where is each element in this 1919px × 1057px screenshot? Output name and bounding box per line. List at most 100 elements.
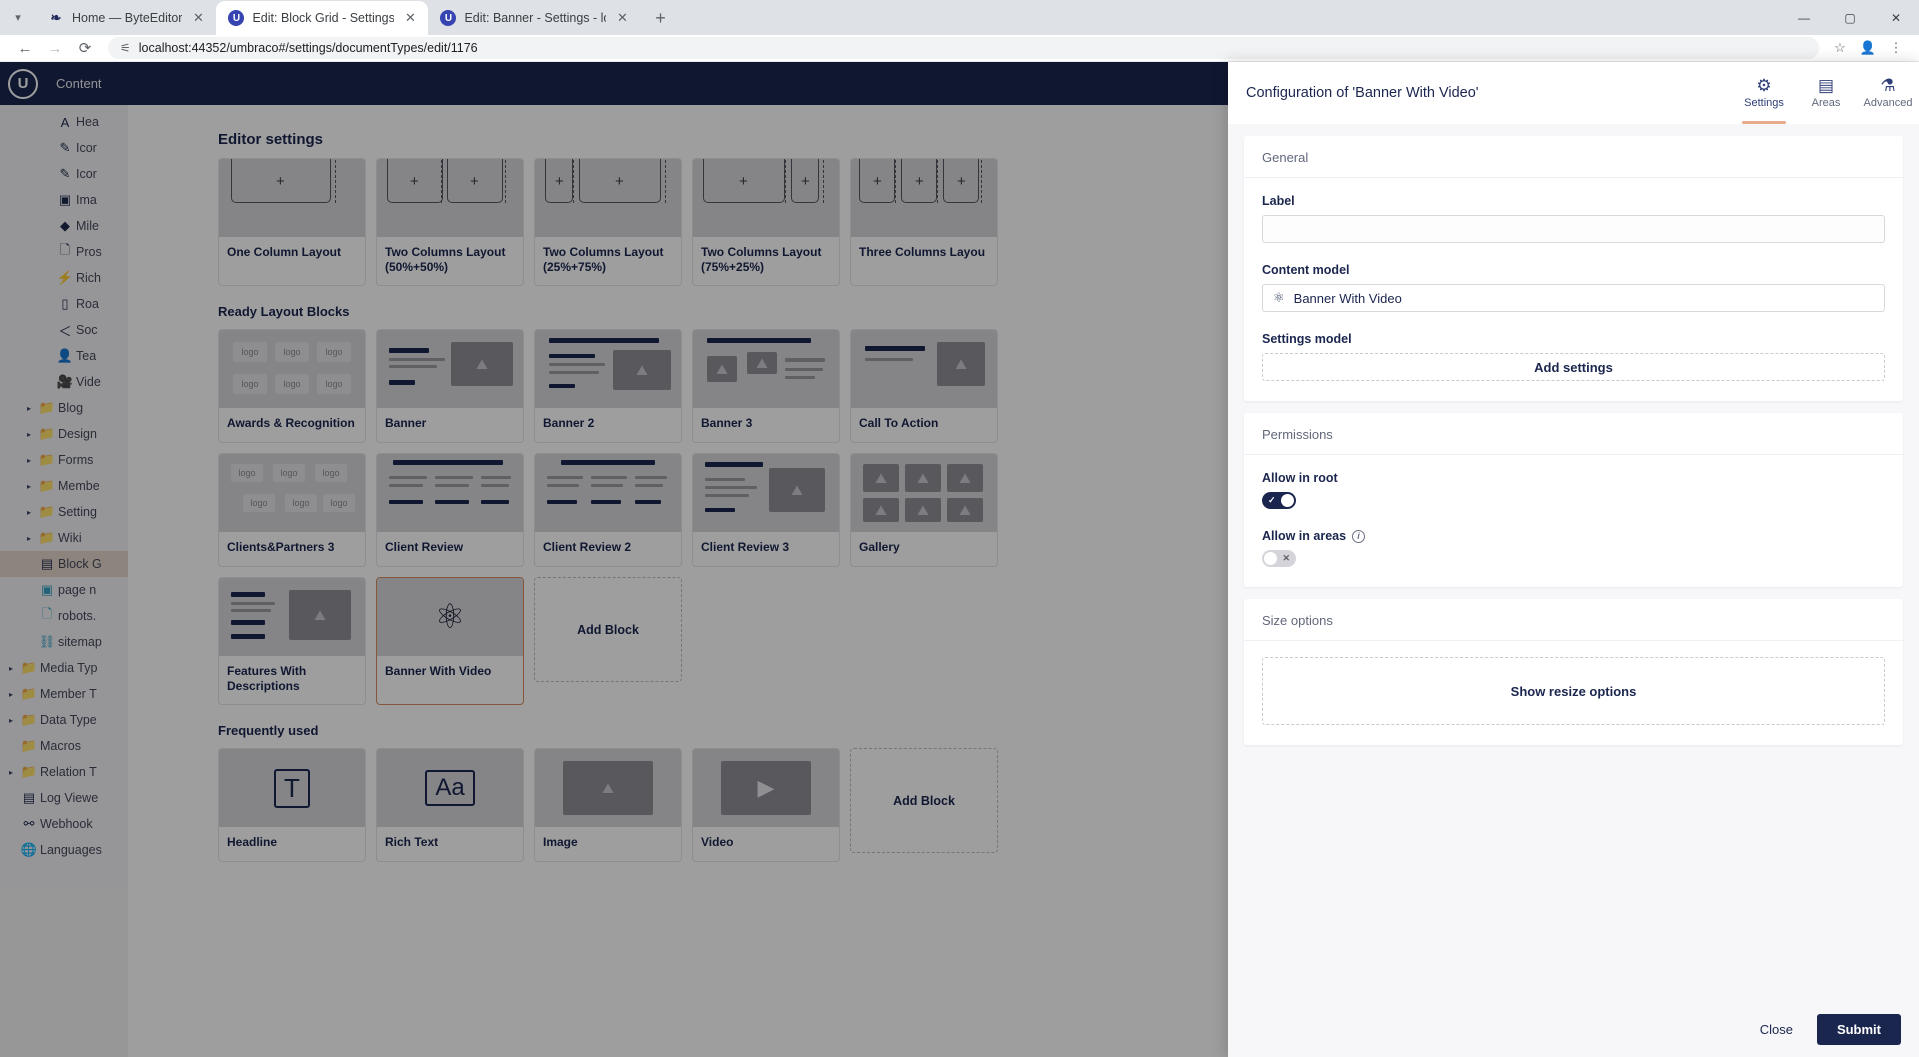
tab-areas[interactable]: ▤ Areas <box>1795 62 1857 124</box>
browser-tab-2[interactable]: U Edit: Block Grid - Settings - loca ✕ <box>216 1 428 35</box>
sidebar-item-log-viewe[interactable]: ▤Log Viewe <box>0 785 128 811</box>
block-card[interactable]: ++Two Columns Layout (75%+25%) <box>692 158 840 286</box>
block-card[interactable]: ⛰Image <box>534 748 682 862</box>
block-card[interactable]: +One Column Layout <box>218 158 366 286</box>
block-card[interactable]: ++Two Columns Layout (25%+75%) <box>534 158 682 286</box>
sidebar-item-robots-[interactable]: 🗋robots. <box>0 603 128 629</box>
address-bar[interactable]: ⚟ localhost:44352/umbraco#/settings/docu… <box>108 37 1819 59</box>
sidebar-item-mile[interactable]: ◆Mile <box>0 213 128 239</box>
sidebar-item-icor[interactable]: ✎Icor <box>0 161 128 187</box>
minimize-icon[interactable]: — <box>1781 0 1827 35</box>
new-tab-button[interactable]: + <box>646 4 674 32</box>
sidebar-item-ima[interactable]: ▣Ima <box>0 187 128 213</box>
block-card[interactable]: THeadline <box>218 748 366 862</box>
tab-settings[interactable]: ⚙ Settings <box>1733 62 1795 124</box>
block-card[interactable]: ⛰Banner <box>376 329 524 443</box>
allow-in-areas-toggle[interactable]: ✕ <box>1262 550 1296 567</box>
sidebar-item-icor[interactable]: ✎Icor <box>0 135 128 161</box>
sidebar-item-vide[interactable]: 🎥Vide <box>0 369 128 395</box>
block-card[interactable]: logologologologologologoAwards & Recogni… <box>218 329 366 443</box>
umbraco-logo-icon[interactable]: U <box>8 69 38 99</box>
info-icon[interactable]: i <box>1352 530 1365 543</box>
reload-icon[interactable]: ⟳ <box>70 35 100 62</box>
sidebar-item-setting[interactable]: ▸📁Setting <box>0 499 128 525</box>
sidebar-item-hea[interactable]: AHea <box>0 109 128 135</box>
sidebar-item-relation-t[interactable]: ▸📁Relation T <box>0 759 128 785</box>
block-card[interactable]: Client Review <box>376 453 524 567</box>
sidebar-item-media-typ[interactable]: ▸📁Media Typ <box>0 655 128 681</box>
close-icon[interactable]: ✕ <box>614 10 630 26</box>
browser-tab-1[interactable]: ❧ Home — ByteEditor ✕ <box>36 1 216 35</box>
expand-caret-icon[interactable]: ▸ <box>22 508 36 517</box>
block-card[interactable]: logologologologologologoClients&Partners… <box>218 453 366 567</box>
block-card[interactable]: ▶Video <box>692 748 840 862</box>
sidebar-item-pros[interactable]: 🗋Pros <box>0 239 128 265</box>
add-block-button[interactable]: Add Block <box>534 577 682 682</box>
expand-caret-icon[interactable]: ▸ <box>4 768 18 777</box>
sidebar-item-roa[interactable]: ▯Roa <box>0 291 128 317</box>
sidebar-item-macros[interactable]: 📁Macros <box>0 733 128 759</box>
block-card[interactable]: ⛰Client Review 3 <box>692 453 840 567</box>
sidebar-item-design[interactable]: ▸📁Design <box>0 421 128 447</box>
sidebar-item-forms[interactable]: ▸📁Forms <box>0 447 128 473</box>
block-card[interactable]: Client Review 2 <box>534 453 682 567</box>
expand-caret-icon[interactable]: ▸ <box>4 690 18 699</box>
text-bar-shape <box>865 346 925 351</box>
block-card[interactable]: ⛰Banner 2 <box>534 329 682 443</box>
allow-in-root-toggle[interactable]: ✓ <box>1262 492 1296 509</box>
sidebar-item-soc[interactable]: ＜Soc <box>0 317 128 343</box>
block-card[interactable]: ⛰⛰Banner 3 <box>692 329 840 443</box>
block-card[interactable]: +++Three Columns Layou <box>850 158 998 286</box>
more-menu-icon[interactable]: ⋮ <box>1883 35 1909 61</box>
close-icon[interactable]: ✕ <box>402 10 418 26</box>
block-card[interactable]: ⛰Call To Action <box>850 329 998 443</box>
sidebar-item-sitemap[interactable]: ⛓sitemap <box>0 629 128 655</box>
profile-icon[interactable]: 👤 <box>1855 35 1881 61</box>
add-settings-button[interactable]: Add settings <box>1262 353 1885 381</box>
close-icon[interactable]: ✕ <box>190 10 206 26</box>
sidebar-item-rich[interactable]: ⚡Rich <box>0 265 128 291</box>
block-card[interactable]: AaRich Text <box>376 748 524 862</box>
content-model-value-box[interactable]: ⚛ Banner With Video <box>1262 284 1885 312</box>
sidebar-item-page-n[interactable]: ▣page n <box>0 577 128 603</box>
add-block-button[interactable]: Add Block <box>850 748 998 853</box>
label-input[interactable] <box>1262 215 1885 243</box>
panel-header: Configuration of 'Banner With Video' ⚙ S… <box>1228 62 1919 124</box>
expand-caret-icon[interactable]: ▸ <box>22 430 36 439</box>
sidebar-item-wiki[interactable]: ▸📁Wiki <box>0 525 128 551</box>
star-icon[interactable]: ☆ <box>1827 35 1853 61</box>
close-button[interactable]: Close <box>1750 1016 1803 1043</box>
expand-caret-icon[interactable]: ▸ <box>4 716 18 725</box>
sidebar-item-member-t[interactable]: ▸📁Member T <box>0 681 128 707</box>
sidebar-item-webhook[interactable]: ⚯Webhook <box>0 811 128 837</box>
block-card[interactable]: ⚛Banner With Video <box>376 577 524 705</box>
back-icon[interactable]: ← <box>10 35 40 62</box>
maximize-icon[interactable]: ▢ <box>1827 0 1873 35</box>
submit-button[interactable]: Submit <box>1817 1014 1901 1045</box>
show-resize-options-button[interactable]: Show resize options <box>1262 657 1885 725</box>
expand-caret-icon[interactable]: ▸ <box>22 456 36 465</box>
block-card[interactable]: ⛰⛰⛰⛰⛰⛰Gallery <box>850 453 998 567</box>
sidebar-item-membe[interactable]: ▸📁Membe <box>0 473 128 499</box>
close-window-icon[interactable]: ✕ <box>1873 0 1919 35</box>
page-settings-icon[interactable]: ⚟ <box>120 41 131 55</box>
expand-caret-icon[interactable]: ▸ <box>22 404 36 413</box>
block-card[interactable]: ++Two Columns Layout (50%+50%) <box>376 158 524 286</box>
expand-caret-icon[interactable]: ▸ <box>4 664 18 673</box>
expand-caret-icon[interactable]: ▸ <box>22 534 36 543</box>
expand-caret-icon[interactable]: ▸ <box>22 482 36 491</box>
sidebar-item-blog[interactable]: ▸📁Blog <box>0 395 128 421</box>
logo-placeholder: logo <box>243 494 275 512</box>
sidebar-item-data-type[interactable]: ▸📁Data Type <box>0 707 128 733</box>
user-icon: 👤 <box>54 348 76 364</box>
tab-list-chevron-down-icon[interactable]: ▾ <box>0 0 36 35</box>
sidebar-item-block-g[interactable]: ▤Block G <box>0 551 128 577</box>
sidebar-item-languages[interactable]: 🌐Languages <box>0 837 128 863</box>
forward-icon[interactable]: → <box>40 35 70 62</box>
tab-title: Edit: Banner - Settings - localho <box>464 11 606 25</box>
block-card[interactable]: ⛰Features With Descriptions <box>218 577 366 705</box>
sidebar-tree[interactable]: AHea✎Icor✎Icor▣Ima◆Mile🗋Pros⚡Rich▯Roa＜So… <box>0 105 128 1057</box>
sidebar-item-tea[interactable]: 👤Tea <box>0 343 128 369</box>
tab-advanced[interactable]: ⚗ Advanced <box>1857 62 1919 124</box>
browser-tab-3[interactable]: U Edit: Banner - Settings - localho ✕ <box>428 1 640 35</box>
